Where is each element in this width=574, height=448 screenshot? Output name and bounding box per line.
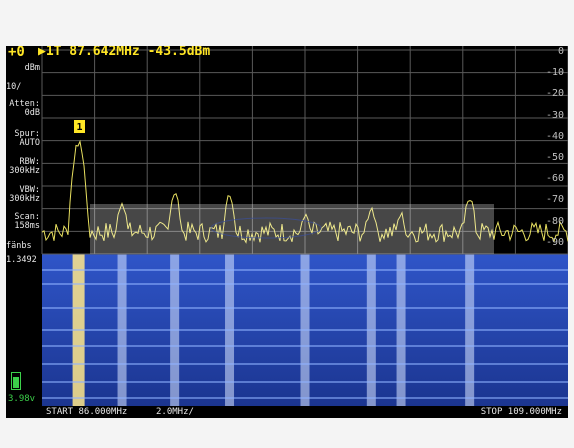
span-per-div[interactable]: 2.0MHz/ (156, 407, 194, 417)
axis-tick-label: -70 (545, 194, 564, 206)
axis-tick-label: -50 (545, 152, 564, 163)
spectrum-plot: 1 (41, 46, 568, 406)
battery-icon (11, 372, 21, 390)
fps-label: fänbs (6, 241, 32, 251)
unit-label: dBm (24, 63, 40, 73)
scan-time: Scan: 158ms (14, 212, 40, 231)
battery-voltage: 3.98v (8, 394, 36, 404)
ref-level: +0 (8, 46, 25, 60)
axis-tick-label: -60 (545, 173, 564, 185)
scale-label: 10/ (6, 82, 22, 92)
marker-readout: ▶1T 87.642MHz -43.5dBm (38, 46, 211, 59)
axis-tick-label: -90 (545, 236, 564, 248)
fps-value: 1.3492 (6, 255, 37, 265)
atten-setting[interactable]: Atten: 0dB (6, 100, 40, 118)
axis-tick-label: -10 (545, 67, 564, 79)
axis-tick-label: 0 (557, 46, 564, 57)
vbw-setting[interactable]: VBW: 300kHz (6, 186, 40, 204)
spectrum-analyzer-screen: 1 +0 ▶1T 87.642MHz -43.5dBm dBm 10/ Atte… (6, 46, 568, 418)
stop-frequency[interactable]: STOP 109.000MHz (481, 407, 562, 417)
start-frequency[interactable]: START 86.000MHz (46, 407, 127, 417)
svg-text:1: 1 (76, 122, 82, 133)
axis-tick-label: -20 (545, 88, 564, 100)
axis-tick-label: -80 (545, 215, 564, 227)
frequency-footer: START 86.000MHz 2.0MHz/ STOP 109.000MHz (6, 406, 568, 418)
spur-setting[interactable]: Spur: AUTO (6, 130, 40, 148)
rbw-setting[interactable]: RBW: 300kHz (6, 158, 40, 176)
marker-1[interactable]: 1 (74, 120, 85, 133)
axis-tick-label: -30 (545, 109, 564, 121)
axis-tick-label: -40 (545, 130, 564, 142)
frequency-band-overlay (90, 204, 494, 254)
